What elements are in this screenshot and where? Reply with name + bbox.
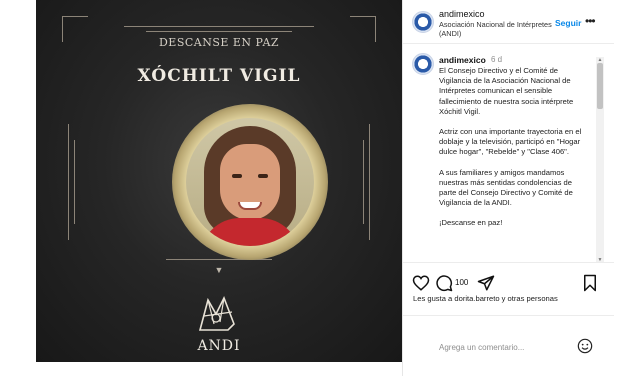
like-count[interactable]: 100 <box>455 278 468 287</box>
likes-summary[interactable]: Les gusta a dorita.barreto y otras perso… <box>413 294 558 303</box>
header-username[interactable]: andimexico <box>439 9 485 19</box>
andi-logo-text: ANDI <box>197 338 241 354</box>
frame-line-top <box>124 26 314 27</box>
scrollbar-thumb[interactable] <box>597 63 603 109</box>
frame-line-top-inner <box>146 31 292 32</box>
post-sidebar: andimexico Asociación Nacional de Intérp… <box>402 0 615 376</box>
caption-paragraph: A sus familiares y amigos mandamos nuest… <box>439 167 573 208</box>
caption-text: El Consejo Directivo y el Comité de Vigi… <box>439 66 587 239</box>
comment-box <box>403 318 615 376</box>
caption-paragraph: El Consejo Directivo y el Comité de Vigi… <box>439 66 574 116</box>
avatar[interactable] <box>412 11 434 33</box>
frame-line-right-inner <box>363 140 364 224</box>
caption-time[interactable]: 6 d <box>491 55 502 64</box>
page-right-margin <box>614 0 640 376</box>
image-deceased-name: XÓCHILT VIGIL <box>137 66 301 86</box>
ornament-triangle-icon: ▼ <box>214 265 224 275</box>
share-icon[interactable] <box>477 274 495 292</box>
page-bottom-margin <box>36 362 402 376</box>
action-bar: 100 Les gusta a dorita.barreto y otras p… <box>403 264 615 316</box>
caption-avatar[interactable] <box>412 53 434 75</box>
bookmark-icon[interactable] <box>581 274 599 292</box>
frame-line-right <box>369 124 370 240</box>
more-horizontal-icon[interactable]: ••• <box>585 14 596 28</box>
emoji-icon[interactable] <box>577 338 593 354</box>
post-header: andimexico Asociación Nacional de Intérp… <box>403 0 615 44</box>
caption-paragraph: Actriz con una importante trayectoria en… <box>439 127 582 157</box>
caption-scrollbar[interactable]: ▲ ▼ <box>596 57 604 262</box>
follow-button[interactable]: Seguir <box>555 18 581 28</box>
scroll-down-arrow-icon[interactable]: ▼ <box>596 257 604 262</box>
image-subtitle: DESCANSE EN PAZ <box>158 36 280 49</box>
frame-line-left-inner <box>74 140 75 224</box>
andi-logo-icon <box>198 296 235 331</box>
portrait-eye-left <box>232 174 242 178</box>
header-org-name[interactable]: Asociación Nacional de Intérpretes (ANDI… <box>439 20 555 38</box>
caption-username[interactable]: andimexico <box>439 55 486 65</box>
caption-paragraph: ¡Descanse en paz! <box>439 218 503 228</box>
comment-input[interactable] <box>439 340 569 354</box>
portrait-photo <box>186 118 314 246</box>
portrait-eye-right <box>258 174 268 178</box>
post-image[interactable]: DESCANSE EN PAZ XÓCHILT VIGIL ▼ ANDI <box>36 0 402 362</box>
frame-line-left <box>68 124 69 240</box>
comment-icon[interactable] <box>435 274 453 292</box>
caption-area: andimexico 6 d El Consejo Directivo y el… <box>403 45 615 263</box>
heart-icon[interactable] <box>412 274 430 292</box>
